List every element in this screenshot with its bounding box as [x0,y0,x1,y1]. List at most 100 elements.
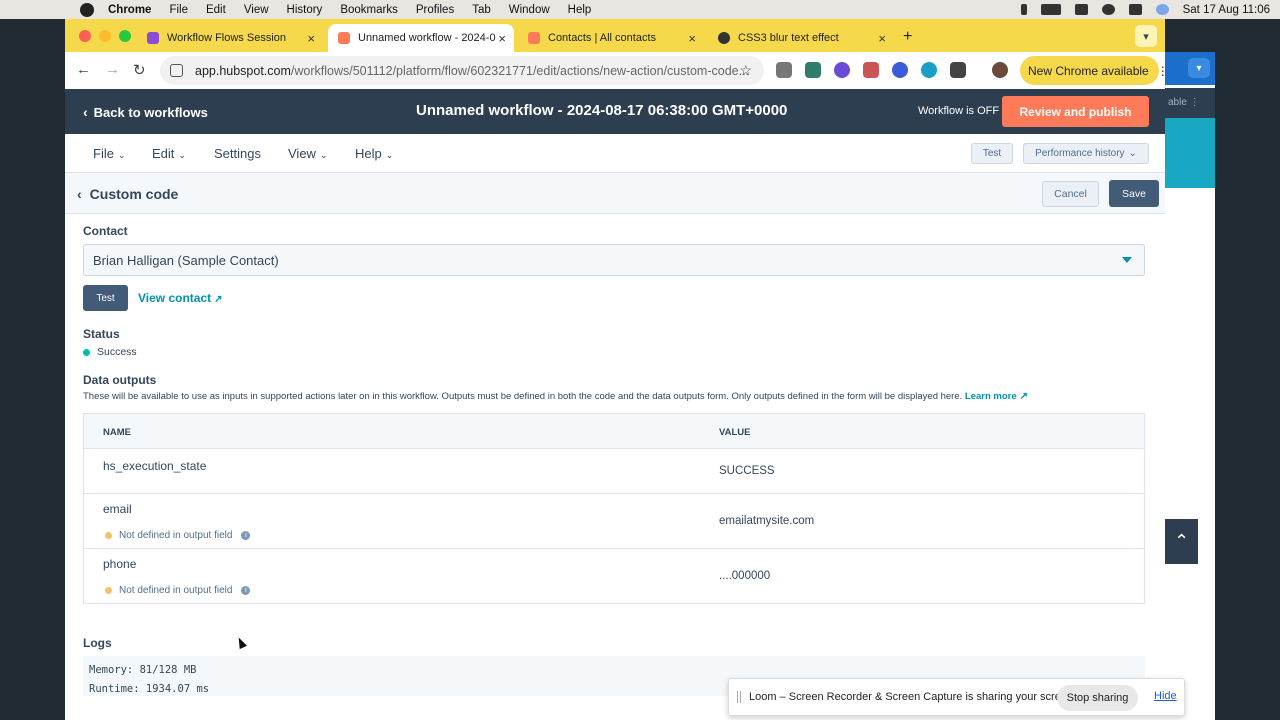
wifi-icon[interactable] [1074,4,1088,15]
puzzle-icon[interactable] [950,62,966,78]
info-icon[interactable]: i [241,586,251,595]
view-menu[interactable]: View ⌄ [288,146,328,161]
save-button[interactable]: Save [1109,180,1159,207]
contact-selected-value: Brian Halligan (Sample Contact) [93,252,279,268]
forward-arrow-icon[interactable]: → [105,61,120,78]
close-tab-icon[interactable]: × [307,31,315,46]
menubar-app-name[interactable]: Chrome [108,4,151,16]
cancel-button[interactable]: Cancel [1042,181,1099,207]
close-tab-icon[interactable]: × [498,31,506,46]
file-menu[interactable]: File ⌄ [93,146,126,161]
extension-icon[interactable] [834,62,850,78]
macos-menubar: Chrome File Edit View History Bookmarks … [0,0,1280,19]
learn-more-link[interactable]: Learn more ↗ [965,391,1028,402]
search-icon[interactable] [1101,4,1115,15]
performance-history-label: Performance history [1035,148,1125,159]
scroll-top-button[interactable]: ⌃ [1165,519,1198,564]
chrome-window: Workflow Flows Session × Unnamed workflo… [65,19,1165,720]
bookmark-star-icon[interactable]: ☆ [739,62,752,79]
tab-unnamed-workflow[interactable]: Unnamed workflow - 2024-0 × [328,24,514,52]
new-chrome-available-button[interactable]: New Chrome available ⋮ [1020,56,1165,85]
tab-contacts[interactable]: Contacts | All contacts × [518,24,704,52]
site-settings-icon[interactable] [170,64,183,77]
battery-icon[interactable] [1040,4,1061,15]
test-action-button[interactable]: Test [83,285,128,311]
url-text[interactable]: app.hubspot.com/workflows/501112/platfor… [195,64,749,78]
close-tab-icon[interactable]: × [688,31,696,46]
view-menu-label: View [288,146,316,161]
info-icon[interactable]: i [241,531,251,540]
tab-css3-blur[interactable]: CSS3 blur text effect × [708,24,894,52]
menubar-bookmarks[interactable]: Bookmarks [340,4,398,16]
settings-menu[interactable]: Settings [214,146,261,161]
apple-icon[interactable] [80,2,94,17]
warning-dot-icon [105,587,112,594]
menubar-clock[interactable]: Sat 17 Aug 11:06 [1183,4,1270,16]
menubar-window[interactable]: Window [509,4,550,16]
chevron-down-icon: ⌄ [385,150,394,160]
test-workflow-button[interactable]: Test [971,143,1013,164]
table-header: NAME VALUE [84,414,1144,449]
status-value: Success [97,346,137,358]
tab-label: Contacts | All contacts [548,32,657,44]
camera-icon[interactable] [776,62,792,78]
success-dot-icon [83,348,90,356]
more-icon[interactable]: ⋮ [1157,64,1165,78]
menubar-history[interactable]: History [287,4,323,16]
close-window-button[interactable] [79,30,91,42]
logs-label: Logs [83,636,112,650]
microphone-icon[interactable] [1020,4,1027,15]
file-menu-label: File [93,146,114,161]
contact-select[interactable]: Brian Halligan (Sample Contact) [83,244,1145,276]
back-to-workflows-link[interactable]: ‹ Back to workflows [83,104,208,120]
back-arrow-icon[interactable]: ← [76,61,91,78]
menubar-edit[interactable]: Edit [206,4,226,16]
edit-menu[interactable]: Edit ⌄ [152,146,186,161]
menubar-view[interactable]: View [244,4,269,16]
new-tab-button[interactable]: + [903,28,912,46]
address-bar[interactable]: app.hubspot.com/workflows/501112/platfor… [160,56,764,85]
loom-sharing-bar: Loom – Screen Recorder & Screen Capture … [728,678,1185,716]
data-outputs-table: NAME VALUE hs_execution_state SUCCESS em… [83,413,1145,604]
background-tab-search-icon[interactable]: ▾ [1188,58,1210,78]
help-menu[interactable]: Help ⌄ [355,146,393,161]
avatar[interactable] [992,62,1008,78]
menubar-tab[interactable]: Tab [472,4,491,16]
extension-icon[interactable] [921,62,937,78]
close-tab-icon[interactable]: × [878,31,886,46]
siri-icon[interactable] [1155,4,1169,15]
extension-icon[interactable] [863,62,879,78]
chevron-left-icon: ‹ [83,104,88,120]
output-value: SUCCESS [719,465,775,477]
column-header-name: NAME [103,427,131,438]
stop-sharing-button[interactable]: Stop sharing [1057,685,1138,711]
new-chrome-label: New Chrome available [1028,63,1149,78]
view-contact-link[interactable]: View contact ↗ [138,291,223,305]
output-warning: Not defined in output field i [105,530,251,541]
browser-toolbar: ← → ↻ app.hubspot.com/workflows/501112/p… [65,52,1165,89]
status-label: Status [83,327,120,341]
menubar-profiles[interactable]: Profiles [416,4,454,16]
review-and-publish-button[interactable]: Review and publish [1002,96,1149,127]
control-center-icon[interactable] [1128,4,1142,15]
workflow-title[interactable]: Unnamed workflow - 2024-08-17 06:38:00 G… [416,102,787,119]
drag-handle-icon[interactable] [737,691,741,703]
chevron-down-icon: ⌄ [1128,148,1137,159]
extension-icon[interactable] [892,62,908,78]
output-value: ....000000 [719,570,771,582]
performance-history-button[interactable]: Performance history ⌄ [1023,143,1149,164]
custom-code-back[interactable]: ‹ Custom code [77,186,178,202]
menubar-help[interactable]: Help [568,4,592,16]
minimize-window-button[interactable] [99,30,111,42]
hubspot-favicon-icon [528,32,540,44]
menubar-file[interactable]: File [169,4,188,16]
hide-link[interactable]: Hide [1154,690,1177,702]
output-name: hs_execution_state [103,459,207,473]
tab-search-icon[interactable]: ▾ [1135,25,1157,47]
column-header-value: VALUE [719,427,751,438]
extension-icon[interactable] [805,62,821,78]
zoom-window-button[interactable] [119,30,131,42]
reload-icon[interactable]: ↻ [133,61,146,79]
background-window-header: able ⋮ [1165,88,1215,118]
tab-workflow-flows-session[interactable]: Workflow Flows Session × [137,24,323,52]
